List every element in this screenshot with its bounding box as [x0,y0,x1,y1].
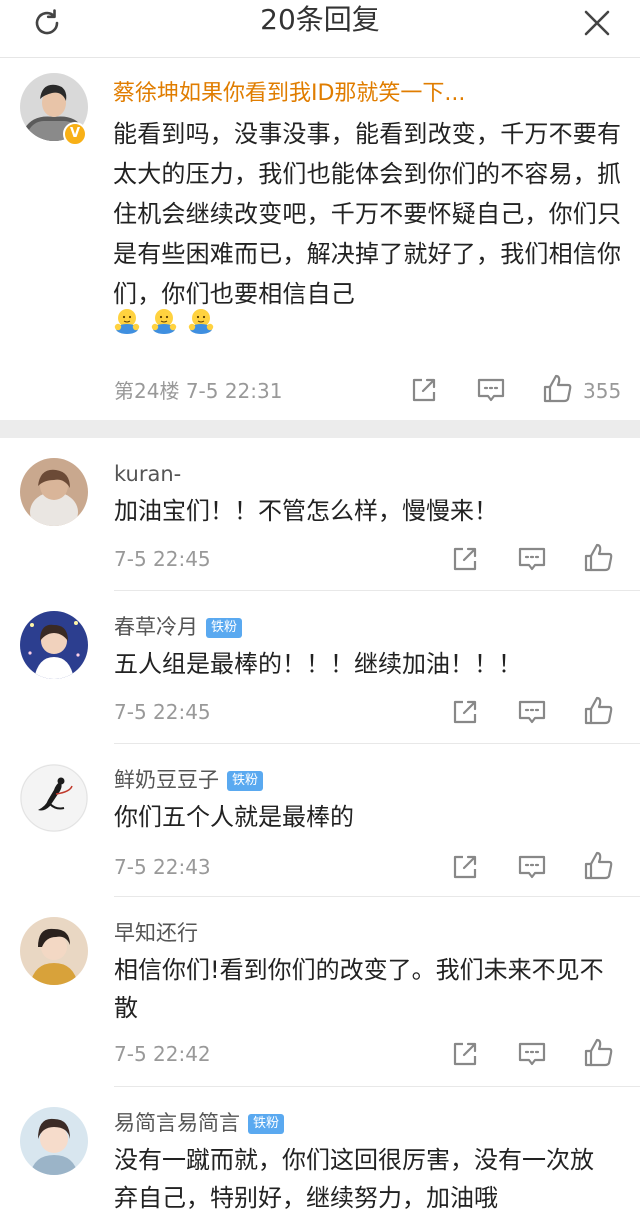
comment-icon[interactable] [517,697,547,727]
comment-text: 能看到吗，没事没事，能看到改变，千万不要有太大的压力，我们也能体会到你们的不容易… [113,120,622,308]
avatar[interactable] [20,1107,88,1175]
reply-username[interactable]: 早知还行 [114,919,198,947]
fan-badge: 铁粉 [206,618,243,638]
comment-icon[interactable] [517,852,547,882]
floor-number: 第24楼 [114,379,180,403]
reply-time: 7-5 22:45 [114,547,211,571]
like-icon[interactable] [583,542,615,574]
avatar[interactable] [20,611,88,679]
reply-text: 相信你们!看到你们的改变了。我们未来不见不散 [114,956,604,1022]
like-count: 355 [583,379,622,403]
like-icon[interactable] [542,373,574,405]
share-icon[interactable] [409,375,439,405]
like-icon[interactable] [583,695,615,727]
reply-username[interactable]: kuran- [114,460,181,488]
comment-meta: 第24楼 7-5 22:31 [114,378,282,404]
list-item: 早知还行 相信你们!看到你们的改变了。我们未来不见不散 7-5 22:42 [0,897,640,1087]
comment-username[interactable]: 蔡徐坤如果你看到我ID那就笑一下... [113,80,465,108]
share-icon[interactable] [450,697,480,727]
reply-text: 加油宝们！！不管怎么样，慢慢来！ [114,497,498,525]
comment-icon[interactable] [517,1039,547,1069]
share-icon[interactable] [450,852,480,882]
main-comment: V 蔡徐坤如果你看到我ID那就笑一下... 能看到吗，没事没事，能看到改变，千万… [0,58,640,420]
reply-text: 你们五个人就是最棒的 [114,803,354,831]
comment-time: 7-5 22:31 [185,379,283,403]
reply-text: 五人组是最棒的！！！继续加油！！！ [114,650,522,678]
page-title: 20条回复 [260,3,380,36]
fan-badge: 铁粉 [227,771,264,791]
hug-emoji-icon [188,309,214,334]
fan-badge: 铁粉 [248,1114,285,1134]
avatar[interactable] [20,764,88,832]
avatar[interactable] [20,917,88,985]
header: 20条回复 [0,0,640,58]
section-divider [0,420,640,438]
hug-emoji-icon [114,309,140,334]
reply-username[interactable]: 易简言易简言 铁粉 [114,1109,285,1137]
emoji-row [113,307,219,339]
like-icon[interactable] [583,1037,615,1069]
reply-time: 7-5 22:42 [114,1042,211,1066]
comment-icon[interactable] [517,544,547,574]
share-icon[interactable] [450,544,480,574]
reply-text: 没有一蹴而就，你们这回很厉害，没有一次放弃自己，特别好，继续努力，加油哦 [114,1146,594,1212]
share-icon[interactable] [450,1039,480,1069]
comment-icon[interactable] [476,375,506,405]
list-item: kuran- 加油宝们！！不管怎么样，慢慢来！ 7-5 22:45 [0,438,640,591]
avatar[interactable] [20,458,88,526]
close-icon[interactable] [582,8,612,38]
list-item: 鲜奶豆豆子 铁粉 你们五个人就是最棒的 7-5 22:43 [0,744,640,897]
list-item: 易简言易简言 铁粉 没有一蹴而就，你们这回很厉害，没有一次放弃自己，特别好，继续努… [0,1087,640,1212]
reply-username[interactable]: 春草冷月 铁粉 [114,613,243,641]
reply-time: 7-5 22:43 [114,855,211,879]
verified-badge: V [63,122,87,146]
reply-time: 7-5 22:45 [114,700,211,724]
hug-emoji-icon [151,309,177,334]
like-icon[interactable] [583,850,615,882]
reply-username[interactable]: 鲜奶豆豆子 铁粉 [114,766,264,794]
list-item: 春草冷月 铁粉 五人组是最棒的！！！继续加油！！！ 7-5 22:45 [0,591,640,744]
